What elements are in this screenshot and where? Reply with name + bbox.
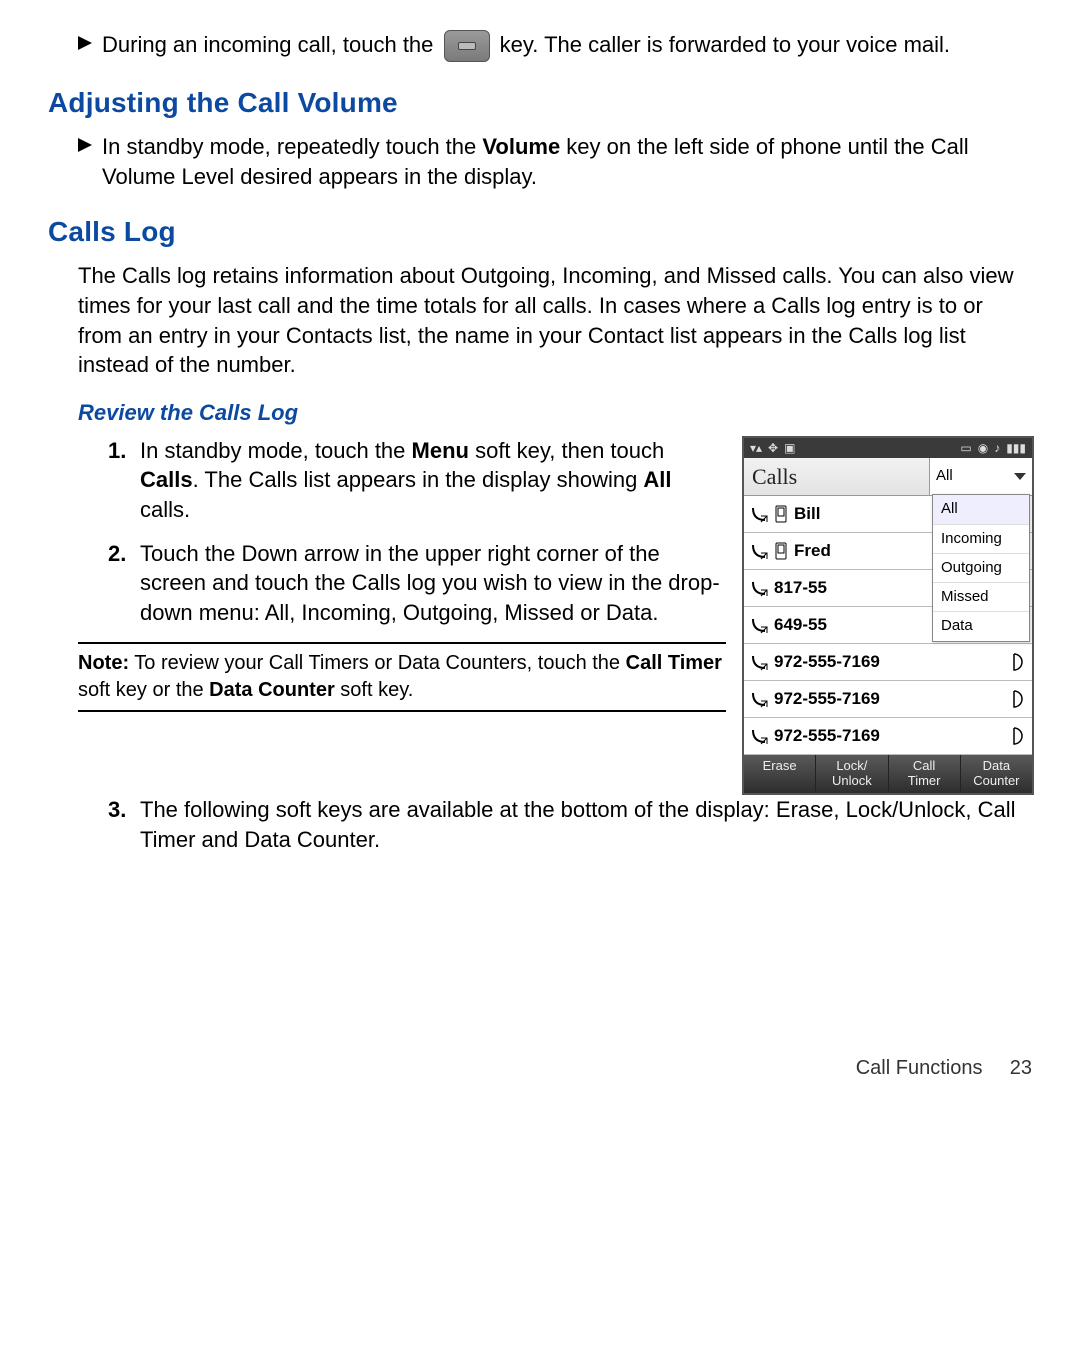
- intro-text: During an incoming call, touch the key. …: [102, 30, 1032, 62]
- volume-bold: Volume: [482, 134, 560, 159]
- outgoing-call-icon: [750, 616, 768, 634]
- step-3-number: 3.: [108, 795, 140, 854]
- call-row-label: 972-555-7169: [774, 651, 1004, 674]
- outgoing-call-icon: [750, 653, 768, 671]
- signal-icon: ▾▴: [750, 440, 762, 456]
- step-2: 2. Touch the Down arrow in the upper rig…: [108, 539, 726, 628]
- softkey[interactable]: Data Counter: [961, 755, 1032, 793]
- note-label: Note:: [78, 652, 129, 674]
- phone-title-bar: Calls All: [744, 458, 1032, 497]
- contact-icon: [774, 505, 788, 523]
- phone-softkey-bar: EraseLock/ UnlockCall TimerData Counter: [744, 755, 1032, 793]
- softkey[interactable]: Call Timer: [889, 755, 961, 793]
- call-row-label: 972-555-7169: [774, 725, 1004, 748]
- bluetooth-icon: ✥: [768, 440, 778, 456]
- dropdown-item[interactable]: Outgoing: [933, 554, 1029, 583]
- play-bullet-icon: [78, 36, 92, 50]
- softkey[interactable]: Lock/ Unlock: [816, 755, 888, 793]
- intro-post: key. The caller is forwarded to your voi…: [500, 32, 950, 57]
- outgoing-call-icon: [750, 505, 768, 523]
- call-row-label: 972-555-7169: [774, 688, 1004, 711]
- voicemail-icon: [1010, 689, 1026, 709]
- step-2-number: 2.: [108, 539, 140, 628]
- alarm-icon: ◉: [978, 440, 988, 456]
- footer-page-number: 23: [988, 1055, 1032, 1082]
- dropdown-selected: All: [936, 466, 953, 486]
- softkey[interactable]: Erase: [744, 755, 816, 793]
- phone-key-icon: [444, 30, 490, 62]
- volume-pre: In standby mode, repeatedly touch the: [102, 134, 482, 159]
- heading-review-calls-log: Review the Calls Log: [78, 398, 1032, 428]
- dropdown-item[interactable]: Incoming: [933, 525, 1029, 554]
- card-icon: ▭: [960, 440, 971, 456]
- chevron-down-icon: [1014, 473, 1026, 480]
- call-row[interactable]: 972-555-7169: [744, 718, 1032, 755]
- dropdown-item[interactable]: All: [933, 495, 1029, 524]
- phone-title: Calls: [744, 458, 929, 496]
- phone-status-bar: ▾▴ ✥ ▣ ▭ ◉ ♪ ▮▮▮: [744, 438, 1032, 458]
- calls-log-paragraph: The Calls log retains information about …: [78, 261, 1032, 380]
- heading-calls-log: Calls Log: [48, 213, 1032, 251]
- outgoing-call-icon: [750, 542, 768, 560]
- dropdown-item[interactable]: Data: [933, 612, 1029, 640]
- volume-text: In standby mode, repeatedly touch the Vo…: [102, 132, 1032, 191]
- outgoing-call-icon: [750, 579, 768, 597]
- contact-icon: [774, 542, 788, 560]
- battery-icon: ▮▮▮: [1006, 440, 1026, 456]
- heading-adjust-volume: Adjusting the Call Volume: [48, 84, 1032, 122]
- step-1-number: 1.: [108, 436, 140, 525]
- volume-bullet: In standby mode, repeatedly touch the Vo…: [78, 132, 1032, 191]
- intro-pre: During an incoming call, touch the: [102, 32, 440, 57]
- note-box: Note: To review your Call Timers or Data…: [78, 642, 726, 712]
- calls-filter-dropdown-menu[interactable]: AllIncomingOutgoingMissedData: [932, 494, 1030, 641]
- dropdown-item[interactable]: Missed: [933, 583, 1029, 612]
- step-1-text: In standby mode, touch the Menu soft key…: [140, 436, 726, 525]
- phone-screenshot: ▾▴ ✥ ▣ ▭ ◉ ♪ ▮▮▮ Calls All: [742, 436, 1034, 796]
- footer-section: Call Functions: [856, 1057, 983, 1079]
- outgoing-call-icon: [750, 690, 768, 708]
- calls-filter-dropdown[interactable]: All: [929, 458, 1032, 496]
- step-3: 3. The following soft keys are available…: [108, 795, 1032, 854]
- outgoing-call-icon: [750, 727, 768, 745]
- step-2-text: Touch the Down arrow in the upper right …: [140, 539, 726, 628]
- step-1: 1. In standby mode, touch the Menu soft …: [108, 436, 726, 525]
- intro-bullet: During an incoming call, touch the key. …: [78, 30, 1032, 62]
- step-3-text: The following soft keys are available at…: [140, 795, 1032, 854]
- page-footer: Call Functions 23: [48, 1055, 1032, 1082]
- phone-call-list: BillFred817-55649-55972-555-7169972-555-…: [744, 496, 1032, 755]
- voicemail-icon: [1010, 726, 1026, 746]
- voicemail-icon: [1010, 652, 1026, 672]
- call-row[interactable]: 972-555-7169: [744, 644, 1032, 681]
- call-row[interactable]: 972-555-7169: [744, 681, 1032, 718]
- play-bullet-icon: [78, 138, 92, 152]
- sync-icon: ▣: [784, 440, 795, 456]
- sound-icon: ♪: [994, 440, 1000, 456]
